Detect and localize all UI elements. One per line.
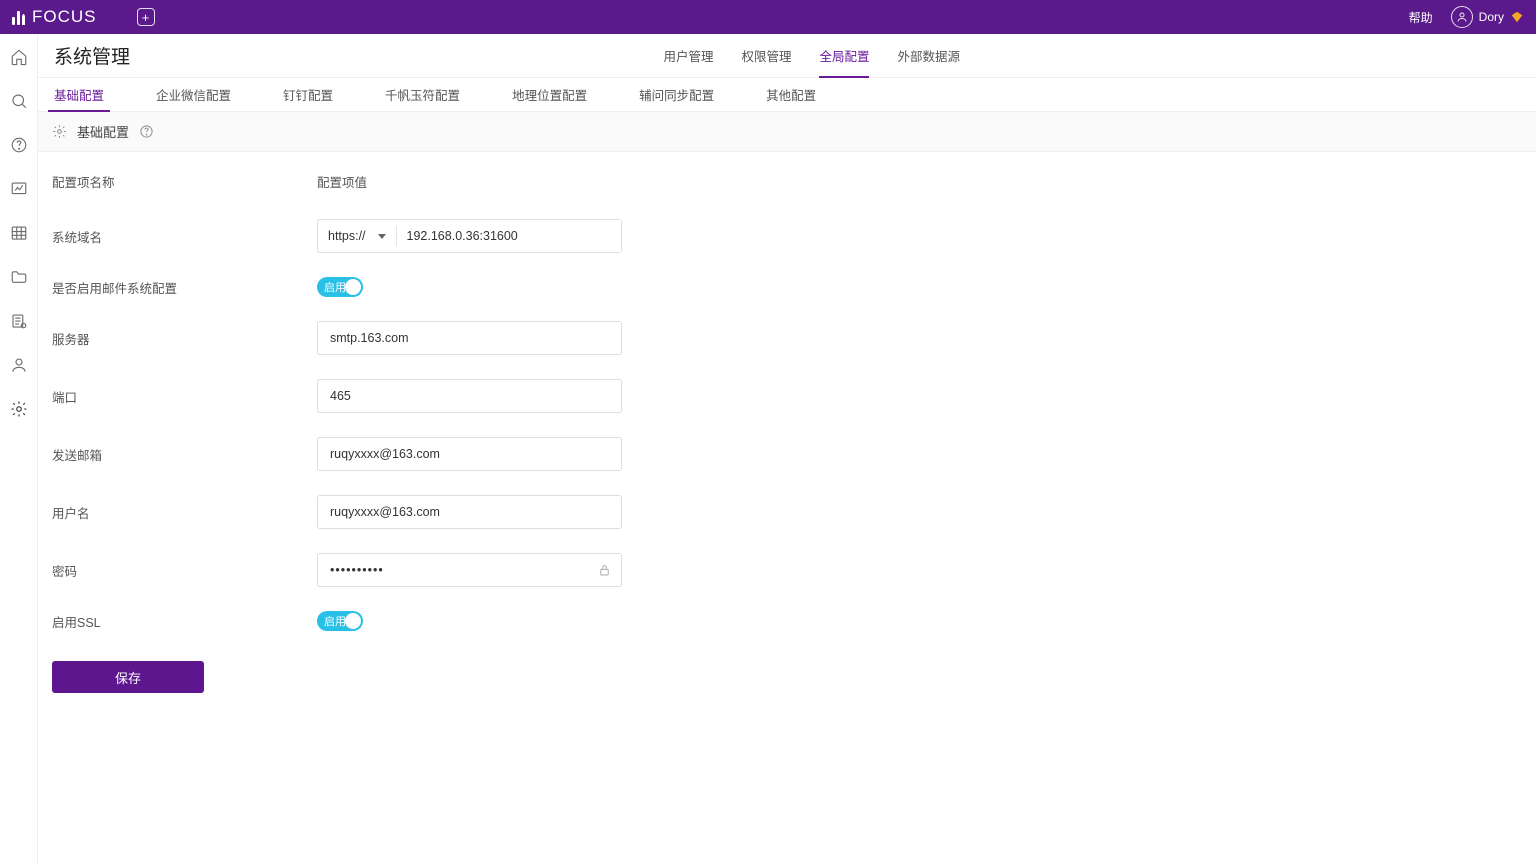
toggle-ssl[interactable]: 启用 bbox=[317, 611, 363, 631]
section-title: 基础配置 bbox=[77, 122, 129, 141]
brand-logo: FOCUS bbox=[12, 7, 97, 27]
tab-external-datasource[interactable]: 外部数据源 bbox=[897, 34, 960, 77]
tab-permission-mgmt[interactable]: 权限管理 bbox=[741, 34, 791, 77]
folder-icon[interactable] bbox=[10, 268, 28, 286]
add-button[interactable]: + bbox=[137, 8, 155, 26]
label-password: 密码 bbox=[52, 561, 317, 580]
label-server: 服务器 bbox=[52, 329, 317, 348]
brand-text: FOCUS bbox=[32, 7, 97, 27]
home-icon[interactable] bbox=[10, 48, 28, 66]
help-hint-icon[interactable] bbox=[139, 124, 154, 139]
subtab-sync[interactable]: 辅问同步配置 bbox=[637, 78, 716, 111]
left-sidebar bbox=[0, 34, 38, 864]
subtab-dingtalk[interactable]: 钉钉配置 bbox=[281, 78, 335, 111]
input-server[interactable] bbox=[317, 321, 622, 355]
section-header: 基础配置 bbox=[38, 112, 1536, 152]
list-settings-icon[interactable] bbox=[10, 312, 28, 330]
sub-tabs: 基础配置 企业微信配置 钉钉配置 千帆玉符配置 地理位置配置 辅问同步配置 其他… bbox=[38, 78, 1536, 112]
form: 配置项名称 配置项值 系统域名 https:// 是否启用邮件系统配置 bbox=[38, 152, 1536, 733]
page-header: 系统管理 用户管理 权限管理 全局配置 外部数据源 bbox=[38, 34, 1536, 78]
gear-icon bbox=[52, 124, 67, 139]
topbar: FOCUS + 帮助 Dory bbox=[0, 0, 1536, 34]
label-domain: 系统域名 bbox=[52, 227, 317, 246]
domain-field: https:// bbox=[317, 219, 622, 253]
col-header-value: 配置项值 bbox=[317, 172, 1522, 191]
user-icon[interactable] bbox=[10, 356, 28, 374]
primary-tabs: 用户管理 权限管理 全局配置 外部数据源 bbox=[663, 34, 1520, 77]
save-button[interactable]: 保存 bbox=[52, 661, 204, 693]
label-username: 用户名 bbox=[52, 503, 317, 522]
grid-icon[interactable] bbox=[10, 224, 28, 242]
tab-global-config[interactable]: 全局配置 bbox=[819, 34, 869, 77]
diamond-icon bbox=[1510, 10, 1524, 24]
input-port[interactable] bbox=[317, 379, 622, 413]
help-link[interactable]: 帮助 bbox=[1409, 9, 1433, 26]
user-menu[interactable]: Dory bbox=[1451, 6, 1524, 28]
chart-icon[interactable] bbox=[10, 180, 28, 198]
tab-user-mgmt[interactable]: 用户管理 bbox=[663, 34, 713, 77]
subtab-other[interactable]: 其他配置 bbox=[764, 78, 818, 111]
avatar-icon bbox=[1451, 6, 1473, 28]
protocol-select[interactable]: https:// bbox=[318, 220, 396, 252]
input-from-email[interactable] bbox=[317, 437, 622, 471]
toggle-enable-mail[interactable]: 启用 bbox=[317, 277, 363, 297]
settings-icon[interactable] bbox=[10, 400, 28, 418]
label-from-email: 发送邮箱 bbox=[52, 445, 317, 464]
username: Dory bbox=[1479, 10, 1504, 24]
domain-input[interactable] bbox=[397, 220, 621, 252]
label-ssl: 启用SSL bbox=[52, 612, 317, 631]
label-port: 端口 bbox=[52, 387, 317, 406]
subtab-qianfan[interactable]: 千帆玉符配置 bbox=[383, 78, 462, 111]
search-icon[interactable] bbox=[10, 92, 28, 110]
subtab-basic[interactable]: 基础配置 bbox=[52, 78, 106, 111]
col-header-name: 配置项名称 bbox=[52, 172, 317, 191]
subtab-wecom[interactable]: 企业微信配置 bbox=[154, 78, 233, 111]
input-password[interactable] bbox=[317, 553, 622, 587]
label-enable-mail: 是否启用邮件系统配置 bbox=[52, 278, 317, 297]
help-icon[interactable] bbox=[10, 136, 28, 154]
lock-icon bbox=[597, 563, 612, 578]
page-title: 系统管理 bbox=[54, 42, 130, 69]
input-username[interactable] bbox=[317, 495, 622, 529]
subtab-geo[interactable]: 地理位置配置 bbox=[510, 78, 589, 111]
logo-icon bbox=[12, 9, 25, 25]
